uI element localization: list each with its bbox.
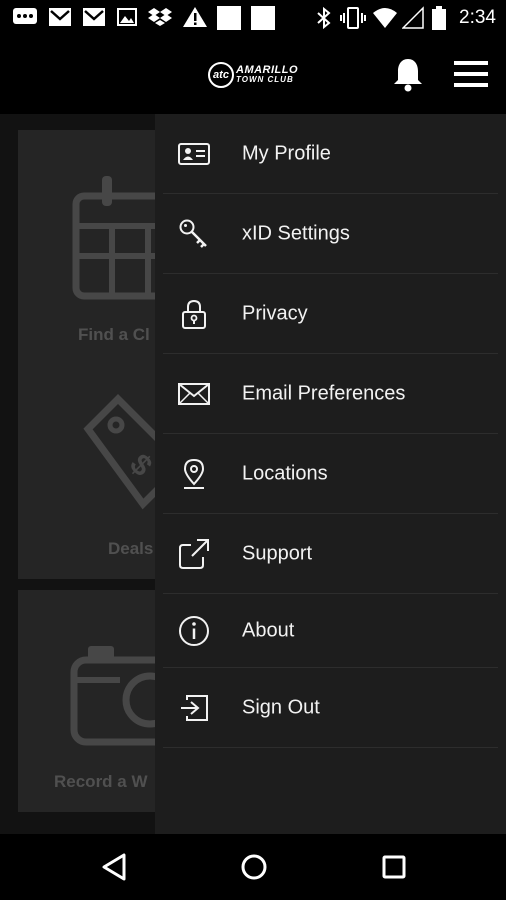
blank-square-icon (251, 6, 275, 30)
wifi-icon (373, 8, 397, 28)
blank-square-icon (217, 6, 241, 30)
status-time: 2:34 (459, 7, 496, 28)
info-icon (179, 615, 209, 646)
drawer-item-label: Locations (242, 462, 328, 484)
back-icon[interactable] (100, 852, 128, 882)
home-icon[interactable] (239, 852, 269, 882)
hamburger-menu-icon[interactable] (454, 60, 488, 88)
drawer-item-privacy[interactable]: Privacy (163, 274, 498, 354)
recent-apps-icon[interactable] (381, 852, 407, 882)
drawer-item-locations[interactable]: Locations (163, 434, 498, 514)
drawer-item-label: xID Settings (242, 222, 350, 244)
drawer-item-label: About (242, 619, 295, 641)
sign-out-icon (181, 694, 208, 721)
location-pin-icon (183, 458, 205, 489)
logo-line2: TOWN CLUB (236, 75, 294, 84)
system-navigation-bar (0, 834, 506, 900)
logo-line1: AMARILLO (236, 64, 299, 76)
key-icon (179, 219, 207, 248)
bell-icon[interactable] (392, 56, 424, 92)
navigation-drawer: My Profile xID Settings Privacy Email Pr… (155, 114, 506, 834)
drawer-item-label: Privacy (242, 302, 308, 324)
gmail-icon (83, 8, 105, 26)
drawer-item-label: Support (242, 542, 313, 564)
bluetooth-icon (317, 6, 331, 30)
logo-badge: atc (208, 62, 234, 88)
lock-icon (182, 299, 206, 329)
drawer-item-label: Sign Out (242, 696, 320, 718)
drawer-item-email-preferences[interactable]: Email Preferences (163, 354, 498, 434)
messenger-icon (13, 8, 37, 24)
external-link-icon (179, 538, 209, 569)
drawer-item-support[interactable]: Support (163, 514, 498, 594)
drawer-item-sign-out[interactable]: Sign Out (163, 668, 498, 748)
dropbox-icon (148, 8, 172, 26)
warning-icon (183, 7, 207, 27)
battery-icon (432, 6, 446, 30)
id-card-icon (178, 142, 210, 165)
app-bar: atc AMARILLO TOWN CLUB (0, 36, 506, 114)
drawer-item-label: My Profile (242, 142, 331, 164)
drawer-item-xid-settings[interactable]: xID Settings (163, 194, 498, 274)
drawer-item-my-profile[interactable]: My Profile (163, 114, 498, 194)
signal-icon (402, 6, 424, 29)
image-icon (117, 8, 137, 26)
drawer-item-label: Email Preferences (242, 382, 406, 404)
app-logo[interactable]: atc AMARILLO TOWN CLUB (208, 60, 298, 90)
gmail-icon (49, 8, 71, 26)
drawer-item-about[interactable]: About (163, 594, 498, 668)
envelope-icon (178, 382, 210, 405)
vibrate-icon (340, 7, 366, 29)
status-bar: 2:34 (0, 0, 506, 36)
